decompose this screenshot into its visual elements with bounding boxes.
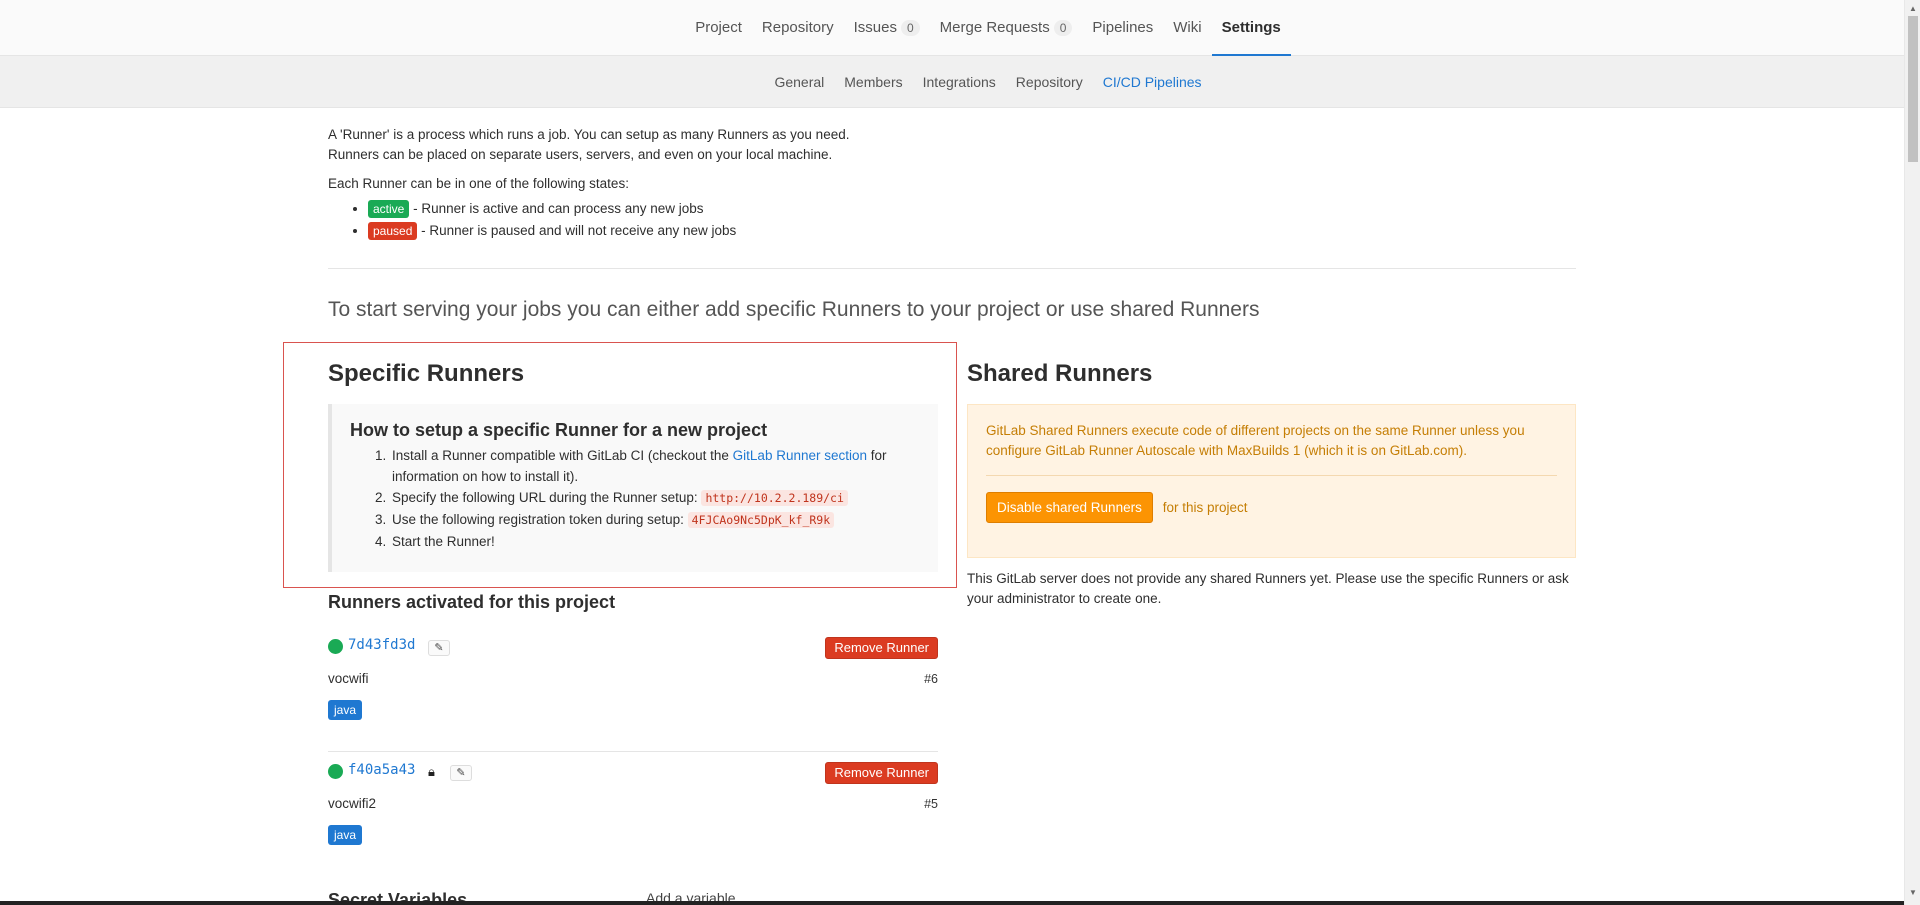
- state-active-item: active - Runner is active and can proces…: [368, 198, 1576, 220]
- step-text: Specify the following URL during the Run…: [392, 490, 702, 505]
- subtab-repository[interactable]: Repository: [1006, 56, 1093, 108]
- runner-description: vocwifi2: [328, 796, 377, 811]
- setup-step-4: Start the Runner!: [390, 531, 920, 552]
- runner-description: vocwifi: [328, 671, 369, 686]
- lock-icon: 🔒︎: [428, 764, 435, 779]
- setup-step-1: Install a Runner compatible with GitLab …: [390, 445, 920, 487]
- subtab-members[interactable]: Members: [834, 56, 912, 108]
- runners-lead-text: To start serving your jobs you can eithe…: [328, 298, 1260, 321]
- scrollbar-thumb[interactable]: [1908, 16, 1918, 162]
- runner-url: http://10.2.2.189/ci: [701, 490, 848, 506]
- for-this-project-text: for this project: [1162, 500, 1248, 515]
- setup-instructions: How to setup a specific Runner for a new…: [328, 404, 938, 572]
- runner-tag: java: [328, 825, 363, 845]
- remove-runner-button[interactable]: Remove Runner: [825, 637, 938, 659]
- tab-issues[interactable]: Issues 0: [844, 0, 930, 56]
- activated-runners-title: Runners activated for this project: [328, 592, 616, 612]
- shared-runners-warning: GitLab Shared Runners execute code of di…: [967, 404, 1576, 558]
- runner-status-icon: [328, 764, 343, 779]
- shared-runners-title: Shared Runners: [967, 360, 1153, 387]
- shared-warning-text: GitLab Shared Runners execute code of di…: [986, 423, 1525, 458]
- runner-id-link[interactable]: 7d43fd3d: [348, 637, 415, 653]
- tab-settings[interactable]: Settings: [1211, 0, 1291, 56]
- shared-runners-section: Shared Runners GitLab Shared Runners exe…: [967, 360, 1576, 609]
- disable-shared-runners-button[interactable]: Disable shared Runners: [986, 492, 1153, 523]
- runner-tag: java: [328, 700, 363, 720]
- top-nav-tabs: Project Repository Issues 0 Merge Request…: [0, 0, 1904, 56]
- remove-runner-button[interactable]: Remove Runner: [825, 762, 938, 784]
- tab-label: Settings: [1221, 19, 1281, 36]
- subtab-integrations[interactable]: Integrations: [913, 56, 1006, 108]
- registration-token: 4FJCAo9Nc5DpK_kf_R9k: [687, 512, 835, 528]
- runner-states-list: active - Runner is active and can proces…: [354, 198, 1576, 242]
- tab-pipelines[interactable]: Pipelines: [1082, 0, 1163, 56]
- states-intro: Each Runner can be in one of the followi…: [328, 176, 629, 191]
- tab-merge-requests[interactable]: Merge Requests 0: [930, 0, 1083, 56]
- specific-runners-title: Specific Runners: [328, 360, 525, 387]
- subtab-general[interactable]: General: [764, 56, 834, 108]
- intro-line-2: Runners can be placed on separate users,…: [328, 147, 833, 162]
- setup-steps: Install a Runner compatible with GitLab …: [390, 445, 920, 552]
- tab-label: Issues: [853, 19, 897, 36]
- setup-step-2: Specify the following URL during the Run…: [390, 487, 920, 509]
- runner-id-link[interactable]: f40a5a43: [348, 762, 415, 778]
- settings-subnav: General Members Integrations Repository …: [0, 56, 1904, 108]
- warning-divider: [986, 475, 1557, 476]
- runner-number: #5: [924, 797, 938, 811]
- runner-item: 7d43fd3d ✎ Remove Runner vocwifi #6 java: [328, 627, 938, 751]
- runners-intro: A 'Runner' is a process which runs a job…: [328, 125, 1576, 242]
- subtab-cicd-pipelines[interactable]: CI/CD Pipelines: [1093, 56, 1212, 108]
- vertical-scrollbar[interactable]: ▲ ▼: [1904, 0, 1920, 905]
- issues-count-badge: 0: [900, 20, 920, 36]
- no-shared-runners-note: This GitLab server does not provide any …: [967, 571, 1569, 606]
- merge-requests-count-badge: 0: [1053, 20, 1073, 36]
- paused-description: - Runner is paused and will not receive …: [417, 223, 737, 238]
- activated-runners-section: Runners activated for this project 7d43f…: [328, 592, 938, 876]
- active-badge: active: [368, 200, 410, 218]
- tab-project[interactable]: Project: [685, 0, 752, 56]
- gitlab-runner-section-link[interactable]: GitLab Runner section: [733, 448, 867, 463]
- runners-intro-section: A 'Runner' is a process which runs a job…: [328, 108, 1576, 321]
- step-text: Use the following registration token dur…: [392, 512, 688, 527]
- runner-status-icon: [328, 639, 343, 654]
- edit-icon[interactable]: ✎: [428, 640, 450, 656]
- tab-label: Merge Requests: [939, 19, 1050, 36]
- paused-badge: paused: [368, 222, 418, 240]
- section-divider: [328, 268, 1576, 269]
- specific-runners-section: Specific Runners How to setup a specific…: [328, 360, 938, 572]
- top-navigation: Project Repository Issues 0 Merge Request…: [0, 0, 1904, 56]
- step-text: Install a Runner compatible with GitLab …: [392, 448, 733, 463]
- edit-icon[interactable]: ✎: [450, 765, 472, 781]
- scroll-down-arrow-icon[interactable]: ▼: [1909, 888, 1917, 897]
- runner-item: f40a5a43 🔒︎ ✎ Remove Runner vocwifi2 #5 …: [328, 752, 938, 876]
- state-paused-item: paused - Runner is paused and will not r…: [368, 220, 1576, 242]
- scroll-up-arrow-icon[interactable]: ▲: [1909, 4, 1917, 13]
- runner-number: #6: [924, 672, 938, 686]
- intro-line-1: A 'Runner' is a process which runs a job…: [328, 127, 850, 142]
- tab-wiki[interactable]: Wiki: [1163, 0, 1211, 56]
- intro-text: A 'Runner' is a process which runs a job…: [328, 125, 1576, 165]
- tab-repository[interactable]: Repository: [752, 0, 844, 56]
- tab-label: Repository: [761, 19, 834, 36]
- tab-label: Wiki: [1173, 19, 1202, 36]
- active-description: - Runner is active and can process any n…: [409, 201, 704, 216]
- setup-step-3: Use the following registration token dur…: [390, 509, 920, 531]
- tab-label: Pipelines: [1092, 19, 1154, 36]
- setup-title: How to setup a specific Runner for a new…: [350, 420, 768, 440]
- tab-label: Project: [695, 19, 742, 36]
- window-bottom-edge: [0, 901, 1904, 905]
